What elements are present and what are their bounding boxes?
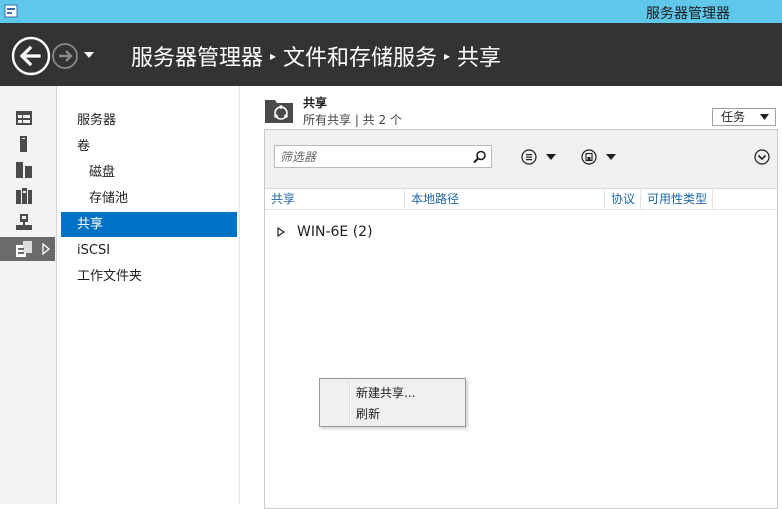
shares-tile-icon [265,100,293,123]
main-content: 共享 所有共享 | 共 2 个 任务 筛选器 共享 本地路径 协议 可用性类型 … [240,86,782,509]
nav-item-shares[interactable]: 共享 [61,212,237,237]
collapse-icon[interactable] [754,149,770,165]
iis-icon [16,188,32,204]
filter-input[interactable] [278,146,472,168]
back-button[interactable] [11,36,51,76]
search-icon[interactable] [473,150,487,164]
breadcrumb-item[interactable]: 共享 [457,40,501,72]
save-query-button[interactable] [581,148,617,166]
app-header: 服务器管理器 ▸ 文件和存储服务 ▸ 共享 [0,23,782,86]
group-label: WIN-6E (2) [297,224,373,240]
window-title: 服务器管理器 [646,6,730,22]
nav-item-servers[interactable]: 服务器 [61,108,237,133]
dashboard-icon [16,111,32,125]
menu-item-new-share[interactable]: 新建共享... [356,383,415,403]
rail-item-local-server[interactable] [0,132,55,156]
nav-panel: 服务器 卷 磁盘 存储池 共享 iSCSI 工作文件夹 [57,86,240,504]
menu-item-refresh[interactable]: 刷新 [356,404,380,424]
breadcrumb: 服务器管理器 ▸ 文件和存储服务 ▸ 共享 [131,40,501,72]
rail-item-file-storage[interactable] [0,237,55,261]
network-icon [16,214,32,230]
breadcrumb-item[interactable]: 服务器管理器 [131,40,263,72]
column-headers: 共享 本地路径 协议 可用性类型 [265,188,777,210]
tasks-button[interactable]: 任务 [712,108,776,126]
rail-item-all-servers[interactable] [0,158,55,182]
group-row[interactable]: WIN-6E (2) [277,222,373,242]
shares-panel: 共享 本地路径 协议 可用性类型 WIN-6E (2) [264,129,778,509]
local-server-icon [20,136,27,152]
list-view-button[interactable] [521,148,557,166]
rail-item-dashboard[interactable] [0,106,55,130]
all-servers-icon [16,162,32,178]
expand-arrow-icon [42,243,50,255]
breadcrumb-item[interactable]: 文件和存储服务 [283,40,437,72]
column-header-local-path[interactable]: 本地路径 [405,188,605,209]
menu-gutter [349,381,351,424]
tile-title: 共享 [303,96,328,110]
breadcrumb-separator-icon: ▸ [270,49,277,63]
expand-triangle-icon[interactable] [277,227,285,237]
nav-item-disks[interactable]: 磁盘 [61,160,237,185]
nav-item-storage-pools[interactable]: 存储池 [61,186,237,211]
nav-item-work-folders[interactable]: 工作文件夹 [61,264,237,289]
column-header-protocol[interactable]: 协议 [605,188,641,209]
history-dropdown-icon[interactable] [82,50,96,60]
tasks-label: 任务 [721,110,746,124]
nav-item-volumes[interactable]: 卷 [61,134,237,159]
filter-box[interactable] [274,145,492,168]
rail-item-iis[interactable] [0,184,55,208]
toolbar [265,130,777,189]
tile-subtitle: 所有共享 | 共 2 个 [303,113,402,127]
rail-item-network[interactable] [0,210,55,234]
nav-item-iscsi[interactable]: iSCSI [61,238,237,263]
title-bar: 服务器管理器 [0,0,782,24]
column-header-share[interactable]: 共享 [265,188,405,209]
forward-button[interactable] [51,42,79,70]
context-menu: 新建共享... 刷新 [319,378,466,427]
icon-rail [0,86,57,504]
chevron-down-icon [760,114,769,120]
file-storage-icon [16,241,32,257]
app-icon [4,4,18,18]
column-header-availability[interactable]: 可用性类型 [641,188,713,209]
breadcrumb-separator-icon: ▸ [444,49,451,63]
